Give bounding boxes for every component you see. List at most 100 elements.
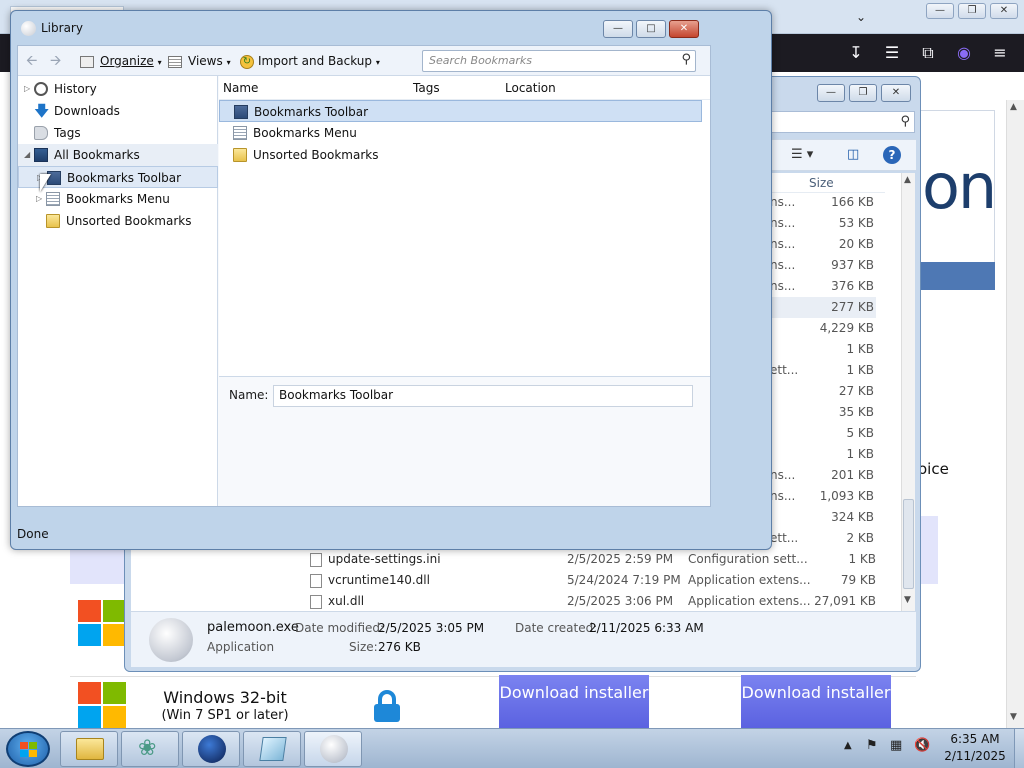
- taskbar-browser-button[interactable]: [182, 731, 240, 767]
- mouse-cursor-icon: [40, 174, 51, 192]
- file-size: 53 KB: [838, 216, 874, 230]
- file-size: 35 KB: [838, 405, 874, 419]
- browser-minimize-button[interactable]: —: [926, 3, 954, 19]
- explorer-minimize-button[interactable]: —: [817, 84, 845, 102]
- palemoon-icon: [320, 735, 348, 763]
- file-icon: [310, 574, 322, 588]
- name-label: Name:: [229, 388, 269, 402]
- page-scrollbar[interactable]: ▲ ▼: [1006, 100, 1024, 728]
- sidebar-item-tags[interactable]: Tags: [18, 122, 218, 144]
- notepad-icon: [259, 737, 287, 761]
- sidebar-item-history[interactable]: ▷ History: [18, 78, 218, 100]
- menu-icon: [233, 126, 247, 140]
- bookmark-row[interactable]: Unsorted Bookmarks: [219, 144, 702, 166]
- file-size: 277 KB: [770, 297, 876, 318]
- sidebar-item-unsorted-bookmarks[interactable]: Unsorted Bookmarks: [18, 210, 218, 232]
- library-minimize-button[interactable]: —: [603, 20, 633, 38]
- explorer-restore-button[interactable]: ❐: [849, 84, 877, 102]
- bookmarks-icon: [34, 148, 48, 162]
- dragon-icon: ❀: [138, 736, 157, 761]
- download-installer-button[interactable]: Download installer: [741, 675, 891, 728]
- file-date: 5/24/2024 7:19 PM: [567, 573, 681, 587]
- sidebar-item-all-bookmarks[interactable]: ◢ All Bookmarks: [18, 144, 218, 166]
- file-size: 1,093 KB: [819, 489, 874, 503]
- browser-close-button[interactable]: ✕: [990, 3, 1018, 19]
- library-window: Library — □ ✕ 🡨 🡪 Organize ▾ Views ▾ ↻ Im…: [10, 10, 772, 550]
- tag-icon: [34, 126, 48, 140]
- bookmark-label: Unsorted Bookmarks: [253, 148, 379, 162]
- column-name-header[interactable]: Name: [223, 81, 258, 95]
- palemoon-app-icon: [149, 618, 193, 662]
- folder-icon: [46, 214, 60, 228]
- folder-icon: [76, 738, 104, 760]
- page-highlight-right: [918, 516, 938, 584]
- download-subtitle: (Win 7 SP1 or later): [161, 708, 289, 723]
- downloads-icon[interactable]: ↧: [842, 39, 870, 67]
- search-bookmarks-input[interactable]: Search Bookmarks ⚲: [422, 50, 696, 72]
- file-row[interactable]: vcruntime140.dll 5/24/2024 7:19 PM Appli…: [308, 570, 904, 591]
- taskbar-notepad-button[interactable]: [243, 731, 301, 767]
- start-button[interactable]: [6, 731, 50, 767]
- help-icon[interactable]: ?: [883, 146, 901, 164]
- details-modified: 2/5/2025 3:05 PM: [378, 621, 485, 635]
- taskbar-explorer-button[interactable]: [60, 731, 118, 767]
- expander-icon[interactable]: ◢: [24, 144, 34, 166]
- file-type: Configuration sett...: [688, 552, 808, 566]
- views-button[interactable]: Views ▾: [168, 52, 231, 70]
- bookmark-row[interactable]: Bookmarks Menu: [219, 122, 702, 144]
- forward-arrow-icon[interactable]: 🡪: [50, 52, 61, 70]
- toolbar-icon: [234, 105, 248, 119]
- windows-logo-icon: [78, 682, 128, 728]
- details-size: 276 KB: [378, 640, 421, 654]
- show-hidden-icons-icon[interactable]: ▲: [844, 740, 852, 751]
- file-size: 79 KB: [840, 573, 876, 587]
- show-desktop-button[interactable]: [1014, 729, 1024, 768]
- library-maximize-button[interactable]: □: [636, 20, 666, 38]
- details-created-label: Date created:: [515, 621, 598, 635]
- details-size-label: Size:: [349, 640, 378, 654]
- taskbar-palemoon-button[interactable]: [304, 731, 362, 767]
- flag-icon[interactable]: ⚑: [866, 738, 878, 753]
- bookmark-row[interactable]: Bookmarks Toolbar: [219, 100, 702, 122]
- import-backup-button[interactable]: ↻ Import and Backup ▾: [240, 52, 380, 70]
- views-icon: [168, 55, 182, 68]
- library-close-button[interactable]: ✕: [669, 20, 699, 38]
- details-filetype: Application: [207, 640, 275, 654]
- account-icon[interactable]: ◉: [950, 39, 978, 67]
- menu-icon[interactable]: ≡: [986, 39, 1014, 67]
- file-row[interactable]: update-settings.ini 2/5/2025 2:59 PM Con…: [308, 549, 904, 570]
- network-icon[interactable]: ▦: [890, 738, 902, 753]
- view-options-icon[interactable]: ☰ ▾: [791, 147, 813, 162]
- volume-muted-icon[interactable]: 🔇: [914, 738, 930, 753]
- name-field[interactable]: Bookmarks Toolbar: [273, 385, 693, 407]
- file-name: xul.dll: [328, 594, 365, 608]
- tab-list-chevron-icon[interactable]: ⌄: [856, 10, 866, 24]
- page-highlight-left: [70, 548, 124, 584]
- file-size: 1 KB: [846, 447, 874, 461]
- page-banner-stripe: [920, 262, 995, 290]
- explorer-close-button[interactable]: ✕: [881, 84, 911, 102]
- library-icon[interactable]: ☰: [878, 39, 906, 67]
- file-size: 20 KB: [838, 237, 874, 251]
- column-location-header[interactable]: Location: [505, 81, 556, 95]
- organize-button[interactable]: Organize ▾: [80, 52, 162, 70]
- clock-date: 2/11/2025: [944, 749, 1006, 763]
- taskbar-clock[interactable]: 6:35 AM 2/11/2025: [940, 731, 1010, 767]
- palemoon-icon: [21, 21, 36, 36]
- details-filename: palemoon.exe: [207, 620, 299, 635]
- expander-icon[interactable]: ▷: [24, 78, 34, 100]
- size-column-header[interactable]: Size: [771, 173, 885, 193]
- download-installer-button[interactable]: Download installer: [499, 675, 649, 728]
- taskbar-app-button[interactable]: ❀: [121, 731, 179, 767]
- file-size: 5 KB: [846, 426, 874, 440]
- preview-pane-icon[interactable]: ◫: [847, 147, 859, 162]
- file-row[interactable]: xul.dll 2/5/2025 3:06 PM Application ext…: [308, 591, 904, 612]
- browser-restore-button[interactable]: ❐: [958, 3, 986, 19]
- back-arrow-icon[interactable]: 🡨: [26, 52, 37, 70]
- extensions-icon[interactable]: ⧉: [914, 39, 942, 67]
- column-tags-header[interactable]: Tags: [413, 81, 440, 95]
- file-name: update-settings.ini: [328, 552, 441, 566]
- file-size: 937 KB: [831, 258, 874, 272]
- explorer-scrollbar[interactable]: ▲ ▼: [901, 173, 915, 611]
- sidebar-item-downloads[interactable]: 🡇 Downloads: [18, 100, 218, 122]
